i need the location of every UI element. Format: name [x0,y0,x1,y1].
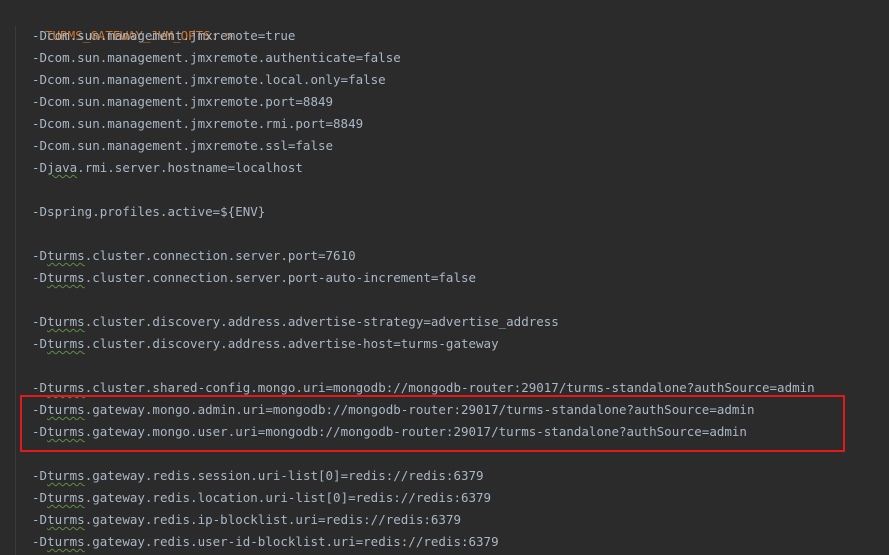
spellcheck-word: turms [47,314,85,329]
code-line: -Dturms.cluster.discovery.address.advert… [32,336,499,351]
spellcheck-word: java [47,160,78,175]
code-line: -Dturms.gateway.redis.location.uri-list[… [32,490,492,505]
code-line: -Dturms.gateway.redis.session.uri-list[0… [32,468,484,483]
code-line: -Dturms.cluster.connection.server.port=7… [32,248,356,263]
code-line: -Dcom.sun.management.jmxremote.authentic… [32,50,401,65]
code-line: -Dturms.cluster.discovery.address.advert… [32,314,559,329]
code-line: -Dturms.gateway.redis.user-id-blocklist.… [32,534,499,549]
code-line: -Dcom.sun.management.jmxremote.local.onl… [32,72,386,87]
code-line: -Dcom.sun.management.jmxremote.ssl=false [32,138,334,153]
yaml-key-line: TURMS_GATEWAY_JVM_OPTS: > [15,3,233,43]
code-line: -Dcom.sun.management.jmxremote.rmi.port=… [32,116,364,131]
spellcheck-word: turms [47,490,85,505]
spellcheck-word: turms [47,270,85,285]
code-line: -Djava.rmi.server.hostname=localhost [32,160,303,175]
code-line: -Dcom.sun.management.jmxremote=true [32,28,296,43]
code-line: -Dturms.cluster.connection.server.port-a… [32,270,477,285]
spellcheck-word: turms [47,534,85,549]
spellcheck-word: turms [47,336,85,351]
spellcheck-word: turms [47,468,85,483]
code-line: -Dspring.profiles.active=${ENV} [32,204,266,219]
code-line: -Dcom.sun.management.jmxremote.port=8849 [32,94,334,109]
spellcheck-word: turms [47,380,85,395]
highlight-annotation-box [20,395,845,452]
spellcheck-word: turms [47,512,85,527]
code-line: -Dturms.gateway.redis.ip-blocklist.uri=r… [32,512,461,527]
code-editor[interactable]: TURMS_GATEWAY_JVM_OPTS: > -Dcom.sun.mana… [0,0,889,555]
spellcheck-word: turms [47,248,85,263]
